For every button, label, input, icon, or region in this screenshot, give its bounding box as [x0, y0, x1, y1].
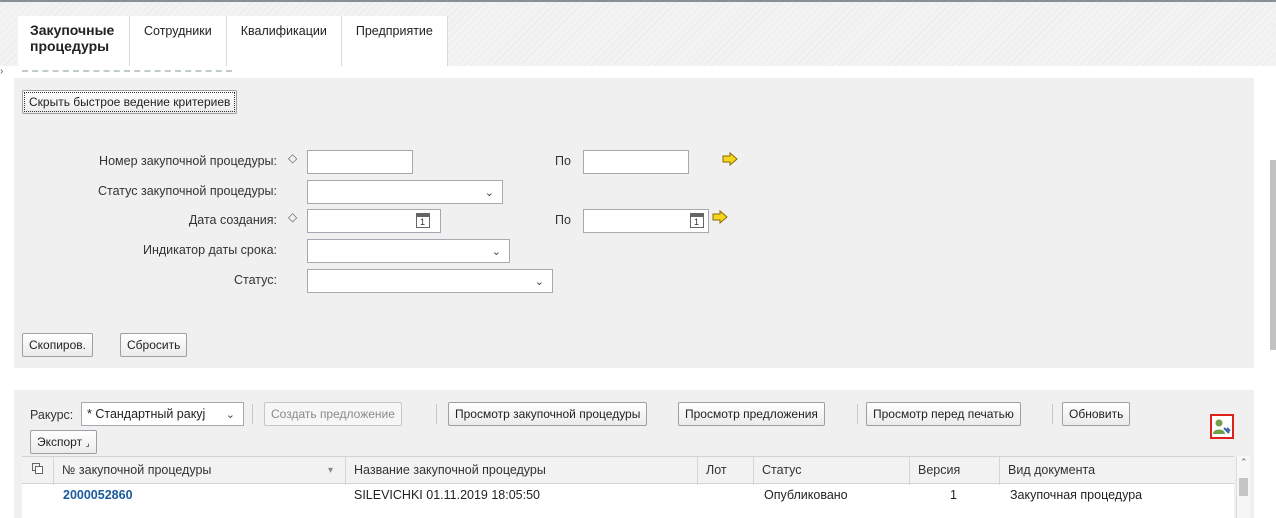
toolbar-separator: [1052, 404, 1053, 424]
status-label: Статус:: [234, 273, 277, 287]
doc-type-cell: Закупочная процедура: [1010, 488, 1143, 502]
refresh-button[interactable]: Обновить: [1062, 402, 1131, 426]
view-offers-button[interactable]: Просмотр предложения: [678, 402, 825, 426]
created-date-label: Дата создания:: [188, 213, 277, 227]
column-header-status[interactable]: Статус: [754, 457, 910, 485]
table-header: № закупочной процедуры ▾ Название закупоч…: [22, 456, 1234, 485]
proc-number-label: Номер закупочной процедуры:: [99, 154, 277, 168]
status-select[interactable]: ⌄: [307, 269, 553, 293]
expand-arrow-icon[interactable]: ›: [0, 66, 3, 77]
column-header-number[interactable]: № закупочной процедуры ▾: [54, 457, 346, 485]
multiple-selection-arrow-icon[interactable]: [712, 210, 728, 224]
page-scrollbar-thumb[interactable]: [1270, 160, 1276, 350]
view-select[interactable]: * Стандартный ракуј ⌄: [81, 402, 244, 426]
select-all-icon[interactable]: [22, 457, 54, 485]
column-header-version[interactable]: Версия: [910, 457, 1000, 485]
chevron-down-icon: ⌄: [225, 409, 235, 421]
version-cell: 1: [950, 488, 957, 502]
deadline-indicator-label: Индикатор даты срока:: [142, 243, 277, 257]
multiple-selection-arrow-icon[interactable]: [722, 152, 738, 166]
tab-company[interactable]: Предприятие: [341, 16, 448, 66]
procedure-number-link[interactable]: 2000052860: [63, 488, 133, 502]
filter-icon[interactable]: ▾: [328, 457, 333, 484]
chevron-down-icon: ⌄: [534, 276, 544, 288]
proc-number-to-label: По: [555, 154, 571, 168]
copy-button[interactable]: Скопиров.: [22, 333, 93, 357]
tab-qualifications[interactable]: Квалификации: [226, 16, 342, 66]
create-offer-button[interactable]: Создать предложение: [264, 402, 402, 426]
column-header-name[interactable]: Название закупочной процедуры: [346, 457, 698, 485]
procedures-table: № закупочной процедуры ▾ Название закупоч…: [22, 456, 1234, 518]
view-label: Ракурс:: [30, 408, 74, 422]
toolbar-separator: [252, 404, 253, 424]
diamond-icon[interactable]: ◇: [288, 151, 297, 165]
chevron-down-icon: ⌄: [491, 246, 501, 258]
toolbar-separator: [857, 404, 858, 424]
personalize-settings-button[interactable]: [1210, 414, 1234, 439]
hide-criteria-button[interactable]: Скрыть быстрое ведение критериев: [22, 90, 238, 114]
print-preview-button[interactable]: Просмотр перед печатью: [866, 402, 1021, 426]
tab-employees[interactable]: Сотрудники: [130, 16, 227, 66]
export-button[interactable]: Экспорт ⌟: [30, 430, 97, 454]
export-corner-icon: ⌟: [85, 438, 90, 448]
diamond-icon[interactable]: ◇: [288, 210, 297, 224]
toolbar-separator: [436, 404, 437, 424]
calendar-icon[interactable]: 1: [690, 213, 704, 228]
calendar-icon[interactable]: 1: [416, 213, 430, 228]
proc-status-select[interactable]: ⌄: [307, 180, 503, 204]
column-header-doc-type[interactable]: Вид документа: [1000, 457, 1234, 485]
created-date-to-label: По: [555, 213, 571, 227]
reset-button[interactable]: Сбросить: [120, 333, 188, 357]
table-scrollbar[interactable]: ⌃: [1236, 456, 1250, 518]
table-scroll-thumb[interactable]: [1239, 478, 1248, 496]
active-tab-pointer: [68, 57, 86, 66]
deadline-indicator-select[interactable]: ⌄: [307, 239, 510, 263]
user-settings-icon: [1213, 419, 1231, 434]
status-cell: Опубликовано: [764, 488, 848, 502]
view-procedure-button[interactable]: Просмотр закупочной процедуры: [448, 402, 648, 426]
chevron-down-icon: ⌄: [484, 187, 494, 199]
proc-number-input[interactable]: [307, 150, 413, 174]
breadcrumb-placeholder: [22, 70, 232, 73]
scroll-up-icon[interactable]: ⌃: [1240, 457, 1248, 468]
proc-number-to-input[interactable]: [583, 150, 689, 174]
procedure-name-cell: SILEVICHKI 01.11.2019 18:05:50: [354, 488, 541, 502]
top-border-line: [0, 0, 1276, 2]
view-select-value: * Стандартный ракуј: [87, 407, 206, 421]
proc-status-label: Статус закупочной процедуры:: [98, 184, 277, 198]
column-header-lot[interactable]: Лот: [698, 457, 754, 485]
